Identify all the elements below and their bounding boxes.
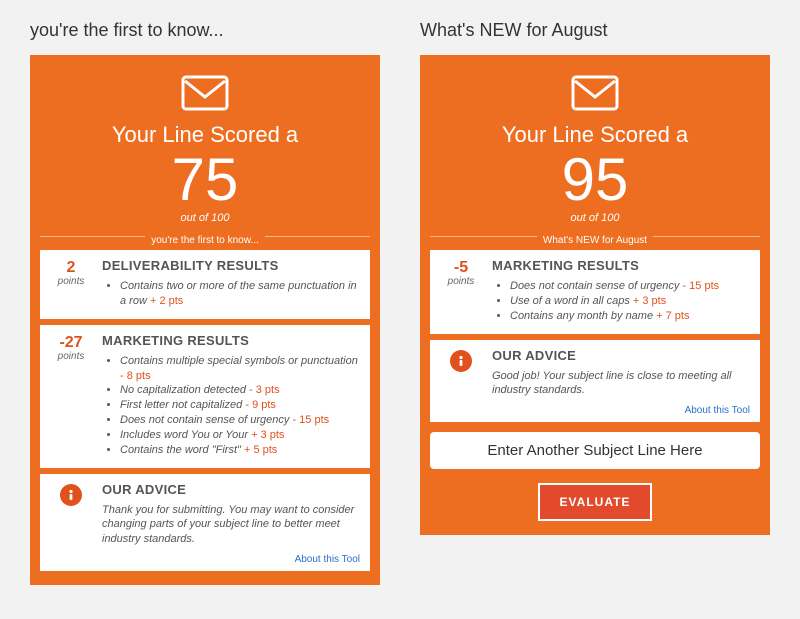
envelope-icon (571, 75, 619, 116)
list-item: Includes word You or Your + 3 pts (120, 428, 360, 443)
scored-label: Your Line Scored a (430, 122, 760, 148)
left-column: you're the first to know... Your Line Sc… (30, 20, 380, 585)
scored-label: Your Line Scored a (40, 122, 370, 148)
points-label: points (50, 276, 92, 287)
list-item: Use of a word in all caps + 3 pts (510, 294, 750, 309)
subject-divider: you're the first to know... (40, 236, 370, 246)
about-tool-link[interactable]: About this Tool (685, 405, 750, 416)
subject-divider: What's NEW for August (430, 236, 760, 246)
list-item: Contains two or more of the same punctua… (120, 279, 360, 309)
points-label: points (50, 351, 92, 362)
points-value: 2 (50, 260, 92, 276)
subject-input[interactable]: Enter Another Subject Line Here (430, 432, 760, 469)
points-value: -27 (50, 335, 92, 351)
advice-text: Thank you for submitting. You may want t… (102, 503, 360, 548)
list-item: Contains multiple special symbols or pun… (120, 354, 360, 384)
section-title: MARKETING RESULTS (492, 258, 750, 273)
score-header: Your Line Scored a 75 out of 100 (40, 65, 370, 230)
advice-section: OUR ADVICE Good job! Your subject line i… (430, 340, 760, 423)
section-title: MARKETING RESULTS (102, 333, 360, 348)
points-column: -5 points (440, 258, 482, 324)
advice-text: Good job! Your subject line is close to … (492, 369, 750, 399)
points-label: points (440, 276, 482, 287)
info-icon (50, 482, 92, 562)
envelope-icon (181, 75, 229, 116)
results-section: 2 points DELIVERABILITY RESULTS Contains… (40, 250, 370, 319)
score-outof: out of 100 (40, 212, 370, 224)
score-card: Your Line Scored a 95 out of 100 What's … (420, 55, 770, 535)
advice-section: OUR ADVICE Thank you for submitting. You… (40, 474, 370, 572)
results-section: -27 points MARKETING RESULTS Contains mu… (40, 325, 370, 468)
section-items: Does not contain sense of urgency - 15 p… (492, 279, 750, 324)
score-value: 75 (40, 150, 370, 210)
subject-echo: you're the first to know... (145, 235, 265, 246)
info-icon (440, 348, 482, 413)
about-tool-link[interactable]: About this Tool (295, 554, 360, 565)
score-header: Your Line Scored a 95 out of 100 (430, 65, 760, 230)
list-item: Contains the word "First" + 5 pts (120, 443, 360, 458)
column-title: you're the first to know... (30, 20, 380, 41)
points-value: -5 (440, 260, 482, 276)
list-item: First letter not capitalized - 9 pts (120, 398, 360, 413)
subject-echo: What's NEW for August (537, 235, 653, 246)
list-item: Does not contain sense of urgency - 15 p… (120, 413, 360, 428)
column-title: What's NEW for August (420, 20, 770, 41)
list-item: Contains any month by name + 7 pts (510, 309, 750, 324)
score-outof: out of 100 (430, 212, 760, 224)
section-items: Contains multiple special symbols or pun… (102, 354, 360, 458)
points-column: -27 points (50, 333, 92, 458)
score-value: 95 (430, 150, 760, 210)
evaluate-button[interactable]: EVALUATE (538, 483, 653, 521)
advice-title: OUR ADVICE (102, 482, 360, 497)
list-item: Does not contain sense of urgency - 15 p… (510, 279, 750, 294)
results-section: -5 points MARKETING RESULTS Does not con… (430, 250, 760, 334)
section-items: Contains two or more of the same punctua… (102, 279, 360, 309)
list-item: No capitalization detected - 3 pts (120, 383, 360, 398)
right-column: What's NEW for August Your Line Scored a… (420, 20, 770, 585)
points-column: 2 points (50, 258, 92, 309)
section-title: DELIVERABILITY RESULTS (102, 258, 360, 273)
advice-title: OUR ADVICE (492, 348, 750, 363)
score-card: Your Line Scored a 75 out of 100 you're … (30, 55, 380, 585)
